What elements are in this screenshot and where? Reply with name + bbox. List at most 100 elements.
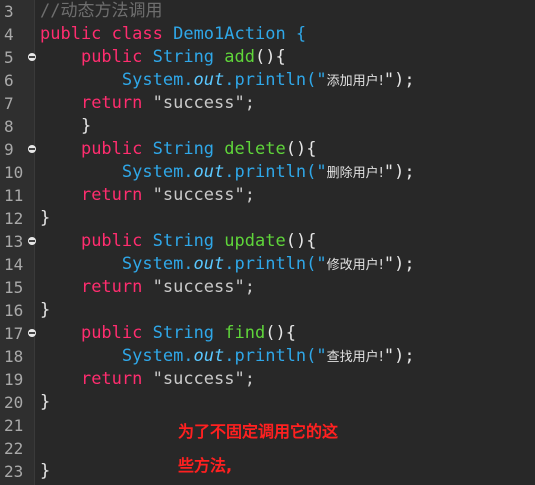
code-token: System. [121, 70, 194, 90]
code-line: 12} [0, 207, 535, 230]
code-line: 23} [0, 460, 535, 483]
line-number: 8 [4, 117, 14, 136]
code-token: } [40, 208, 51, 228]
code-line: 10 System.out.println("删除用户!"); [0, 161, 535, 184]
line-number: 5 [4, 48, 14, 67]
code-token: (){ [265, 323, 296, 343]
code-text: return "success"; [40, 368, 255, 391]
code-text: public String find(){ [40, 322, 296, 345]
code-token: return [80, 369, 143, 389]
code-token: String [152, 323, 215, 343]
code-text: return "success"; [40, 184, 255, 207]
code-line: 20} [0, 391, 535, 414]
code-token: //动态方法调用 [40, 1, 163, 21]
code-token: out [193, 254, 225, 274]
code-token: String [152, 231, 215, 251]
code-text: } [40, 460, 50, 483]
code-token: public [80, 47, 143, 67]
fold-toggle-icon[interactable] [28, 329, 36, 337]
code-token: 修改用户! [326, 258, 384, 273]
code-line: 15 return "success"; [0, 276, 535, 299]
code-token: out [193, 70, 225, 90]
code-token: "); [383, 70, 415, 90]
code-line: 13 public String update(){ [0, 230, 535, 253]
code-token: "); [383, 346, 415, 366]
code-token: .println(" [224, 254, 327, 274]
line-number: 16 [4, 301, 24, 320]
code-token: class [111, 24, 163, 44]
code-text: System.out.println("查找用户!"); [40, 345, 415, 369]
line-number: 20 [4, 393, 24, 412]
code-token: add [224, 47, 256, 67]
code-text: //动态方法调用 [40, 0, 162, 23]
code-token: } [80, 116, 92, 136]
code-token: System. [121, 254, 194, 274]
line-number: 21 [4, 416, 24, 435]
code-token: public [40, 24, 102, 44]
code-token: "); [383, 162, 415, 182]
code-token: } [40, 392, 51, 412]
fold-toggle-icon[interactable] [28, 145, 36, 153]
code-line: 14 System.out.println("修改用户!"); [0, 253, 535, 276]
code-line: 16} [0, 299, 535, 322]
line-number: 4 [4, 25, 14, 44]
code-token: .println(" [224, 70, 327, 90]
line-number: 14 [4, 255, 24, 274]
code-token: (){ [285, 139, 317, 159]
code-token: "success"; [142, 369, 255, 389]
code-editor[interactable]: 3//动态方法调用 4 public class Demo1Action {5 pu… [0, 0, 535, 485]
code-text: } [40, 391, 50, 414]
code-token: 删除用户! [326, 166, 384, 181]
code-token: out [193, 162, 225, 182]
line-number: 3 [4, 2, 14, 21]
code-line: 5 public String add(){ [0, 46, 535, 69]
code-text: public String add(){ [40, 46, 286, 69]
fold-toggle-icon[interactable] [28, 237, 36, 245]
code-line: 19 return "success"; [0, 368, 535, 391]
fold-toggle-icon[interactable] [28, 53, 36, 61]
code-token: delete [224, 139, 286, 159]
code-token: return [80, 277, 143, 297]
code-line: 18 System.out.println("查找用户!"); [0, 345, 535, 368]
code-text: System.out.println("修改用户!"); [40, 253, 415, 277]
code-token: .println(" [224, 162, 327, 182]
line-number: 19 [4, 370, 24, 389]
code-token: Demo1Action { [162, 24, 307, 44]
code-line: 7 return "success"; [0, 92, 535, 115]
annotation-line-1: 为了不固定调用它的这 [178, 422, 339, 441]
code-line: 3 //动态方法调用 [0, 0, 535, 23]
code-line: 11 return "success"; [0, 184, 535, 207]
code-token: String [152, 47, 215, 67]
line-number: 13 [4, 232, 24, 251]
code-text: return "success"; [40, 276, 255, 299]
line-number: 22 [4, 439, 24, 458]
code-token: 查找用户! [326, 350, 384, 365]
code-text: } [40, 207, 50, 230]
line-number: 18 [4, 347, 24, 366]
line-number: 9 [4, 140, 14, 159]
code-text: } [40, 115, 91, 138]
line-number: 17 [4, 324, 24, 343]
code-token: find [224, 323, 266, 343]
code-text: } [40, 299, 50, 322]
code-token: System. [121, 346, 194, 366]
code-token: System. [121, 162, 194, 182]
code-token: update [224, 231, 286, 251]
code-text: return "success"; [40, 92, 255, 115]
code-token: public [80, 231, 143, 251]
code-token: return [80, 93, 143, 113]
code-line: 6 System.out.println("添加用户!"); [0, 69, 535, 92]
code-text: System.out.println("添加用户!"); [40, 69, 415, 93]
code-text: public String delete(){ [40, 138, 316, 161]
code-token: public [80, 139, 143, 159]
line-number: 15 [4, 278, 24, 297]
code-line: 4 public class Demo1Action { [0, 23, 535, 46]
line-number: 23 [4, 462, 24, 481]
code-token: } [40, 461, 51, 481]
